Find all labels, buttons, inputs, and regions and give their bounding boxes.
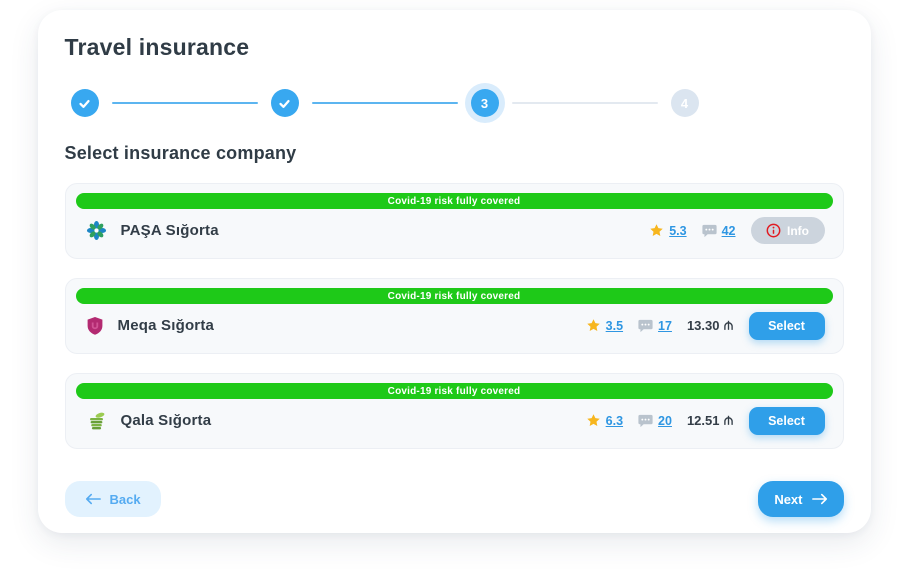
manat-currency-icon [723, 415, 734, 426]
company-card-pasa: Covid-19 risk fully covered [65, 183, 844, 259]
rating-link[interactable]: 5.3 [669, 224, 686, 238]
stepper-connector [112, 102, 258, 104]
checkmark-icon [277, 96, 292, 111]
pasa-sigorta-logo-icon [86, 220, 107, 241]
back-button[interactable]: Back [65, 481, 161, 517]
covid-banner: Covid-19 risk fully covered [76, 288, 833, 304]
back-button-label: Back [110, 492, 141, 507]
price-value: 13.30 [687, 318, 720, 333]
section-heading: Select insurance company [65, 143, 844, 164]
price: 13.30 [687, 318, 734, 333]
covid-banner: Covid-19 risk fully covered [76, 193, 833, 209]
select-button[interactable]: Select [749, 407, 825, 435]
select-button[interactable]: Select [749, 312, 825, 340]
manat-currency-icon [723, 320, 734, 331]
company-name: Qala Sığorta [121, 412, 212, 429]
qala-sigorta-logo-icon [86, 411, 107, 431]
next-button[interactable]: Next [758, 481, 843, 517]
comments-icon [638, 414, 653, 428]
comments-icon [638, 319, 653, 333]
alert-info-icon [766, 223, 781, 238]
rating-link[interactable]: 3.5 [606, 319, 623, 333]
price: 12.51 [687, 413, 734, 428]
meqa-sigorta-logo-icon [86, 316, 104, 336]
company-name: PAŞA Sığorta [121, 222, 219, 239]
arrow-left-icon [85, 493, 101, 505]
step-number: 3 [471, 89, 499, 117]
comments-icon [702, 224, 717, 238]
star-icon [649, 223, 664, 238]
comments-link[interactable]: 42 [722, 224, 736, 238]
step-1-done [65, 83, 105, 123]
arrow-right-icon [812, 493, 828, 505]
comments-link[interactable]: 17 [658, 319, 672, 333]
company-name: Meqa Sığorta [118, 317, 215, 334]
checkmark-icon [77, 96, 92, 111]
step-4-upcoming: 4 [665, 83, 705, 123]
page-title: Travel insurance [65, 34, 844, 61]
step-3-active: 3 [465, 83, 505, 123]
step-number: 4 [671, 89, 699, 117]
step-2-done [265, 83, 305, 123]
company-card-qala: Covid-19 risk fully covered Qala Sığorta [65, 373, 844, 449]
info-button-label: Info [787, 224, 809, 238]
star-icon [586, 413, 601, 428]
travel-insurance-panel: Travel insurance 3 4 Select insura [38, 10, 871, 533]
rating-link[interactable]: 6.3 [606, 414, 623, 428]
next-button-label: Next [774, 492, 802, 507]
covid-banner: Covid-19 risk fully covered [76, 383, 833, 399]
stepper-connector [512, 102, 658, 104]
progress-stepper: 3 4 [65, 83, 705, 123]
company-card-meqa: Covid-19 risk fully covered Meqa Sığorta… [65, 278, 844, 354]
info-button[interactable]: Info [751, 217, 825, 244]
comments-link[interactable]: 20 [658, 414, 672, 428]
price-value: 12.51 [687, 413, 720, 428]
stepper-connector [312, 102, 458, 104]
star-icon [586, 318, 601, 333]
